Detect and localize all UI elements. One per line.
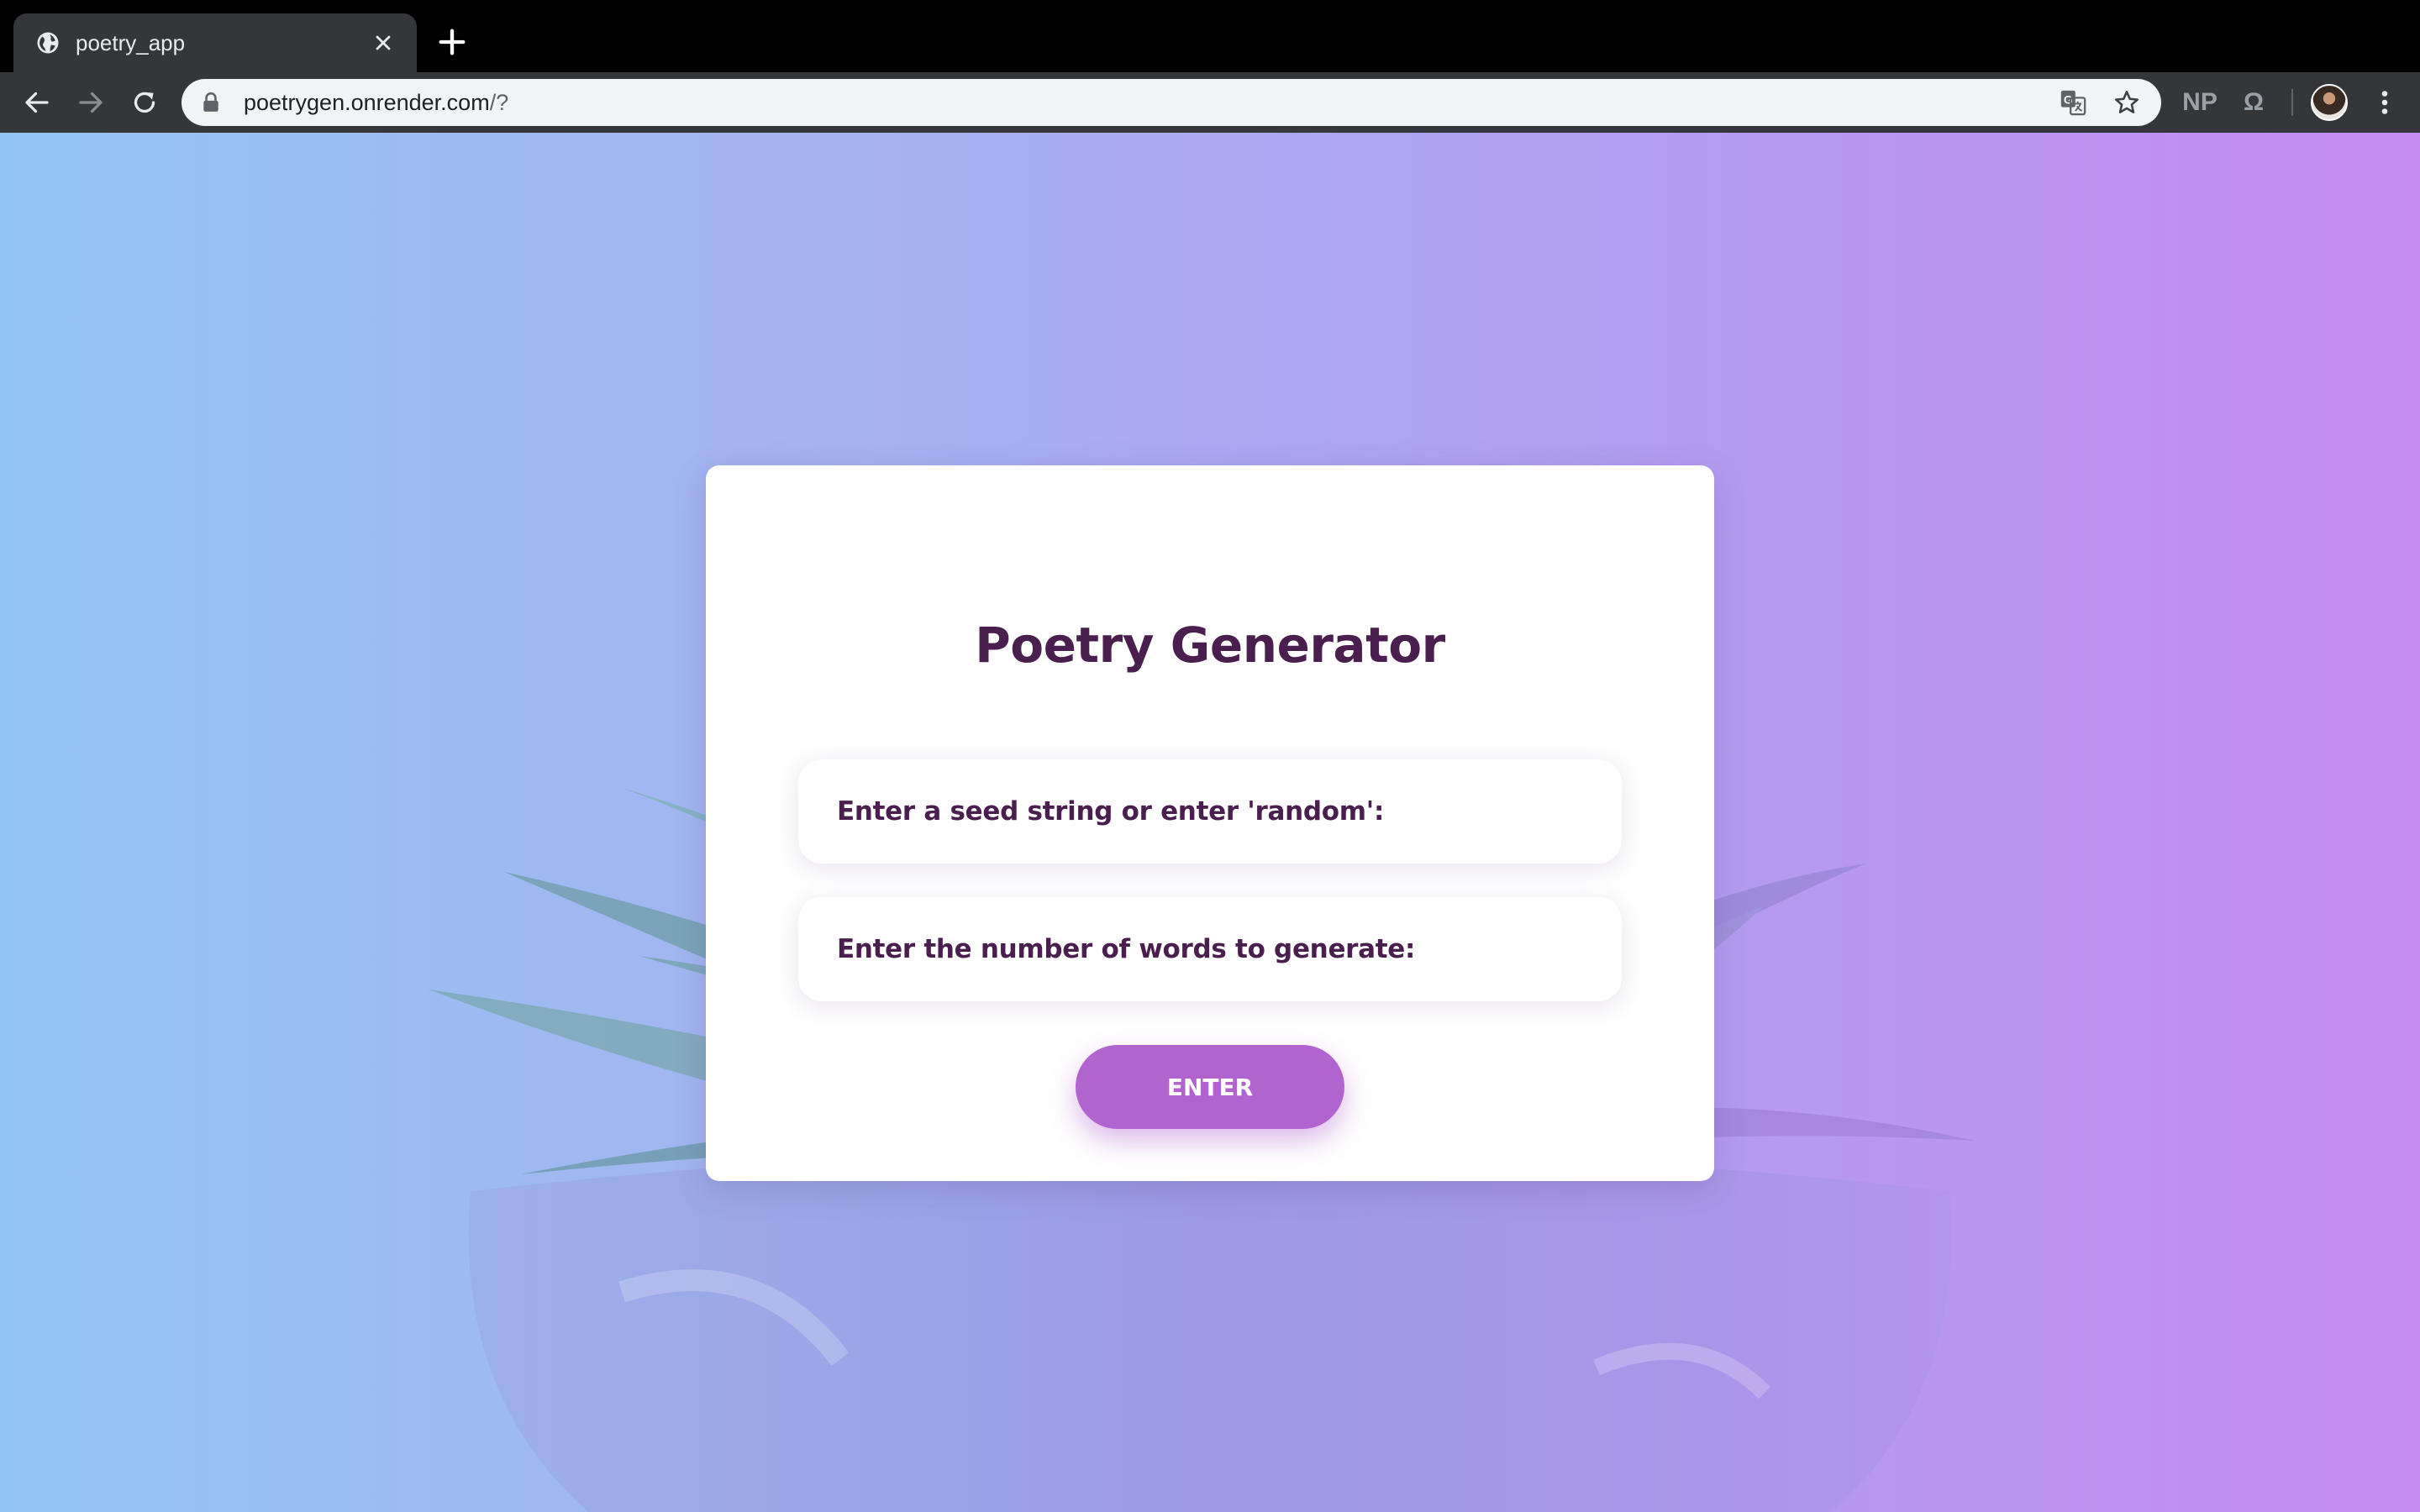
arrow-left-icon[interactable]	[22, 87, 52, 118]
tab-title: poetry_app	[76, 29, 186, 55]
omega-extension-icon[interactable]: Ω	[2237, 86, 2270, 119]
plus-icon[interactable]	[435, 25, 469, 59]
page-viewport: Poetry Generator Enter a seed string or …	[0, 133, 2420, 1512]
seed-string-field[interactable]: Enter a seed string or enter 'random':	[798, 759, 1622, 864]
star-icon[interactable]	[2112, 88, 2141, 117]
arrow-right-icon[interactable]	[76, 87, 106, 118]
word-count-field[interactable]: Enter the number of words to generate:	[798, 897, 1622, 1001]
enter-button[interactable]: ENTER	[1076, 1045, 1344, 1129]
lock-icon[interactable]	[202, 92, 220, 113]
browser-toolbar: poetrygen.onrender.com/? G NP Ω	[0, 72, 2420, 133]
url-host: poetrygen.onrender.com	[244, 89, 490, 115]
omega-extension-label: Ω	[2243, 88, 2265, 116]
close-icon[interactable]	[371, 31, 395, 55]
np-extension-label: NP	[2182, 88, 2217, 116]
url-text[interactable]: poetrygen.onrender.com/?	[244, 90, 2033, 116]
browser-tab[interactable]: poetry_app	[13, 13, 417, 72]
profile-avatar[interactable]	[2311, 84, 2348, 121]
word-count-label: Enter the number of words to generate:	[837, 934, 1416, 964]
reload-icon[interactable]	[129, 87, 160, 118]
poetry-form-card: Poetry Generator Enter a seed string or …	[706, 465, 1714, 1181]
np-extension-icon[interactable]: NP	[2182, 86, 2217, 119]
page-title: Poetry Generator	[975, 617, 1445, 674]
address-bar[interactable]: poetrygen.onrender.com/? G	[182, 79, 2161, 126]
seed-string-label: Enter a seed string or enter 'random':	[837, 796, 1385, 827]
kebab-menu-icon[interactable]	[2370, 87, 2400, 118]
translate-icon[interactable]: G	[2059, 88, 2087, 117]
toolbar-divider	[2291, 89, 2293, 116]
url-path: /?	[489, 89, 509, 115]
tab-strip: poetry_app	[0, 0, 2420, 72]
globe-icon	[37, 32, 59, 54]
